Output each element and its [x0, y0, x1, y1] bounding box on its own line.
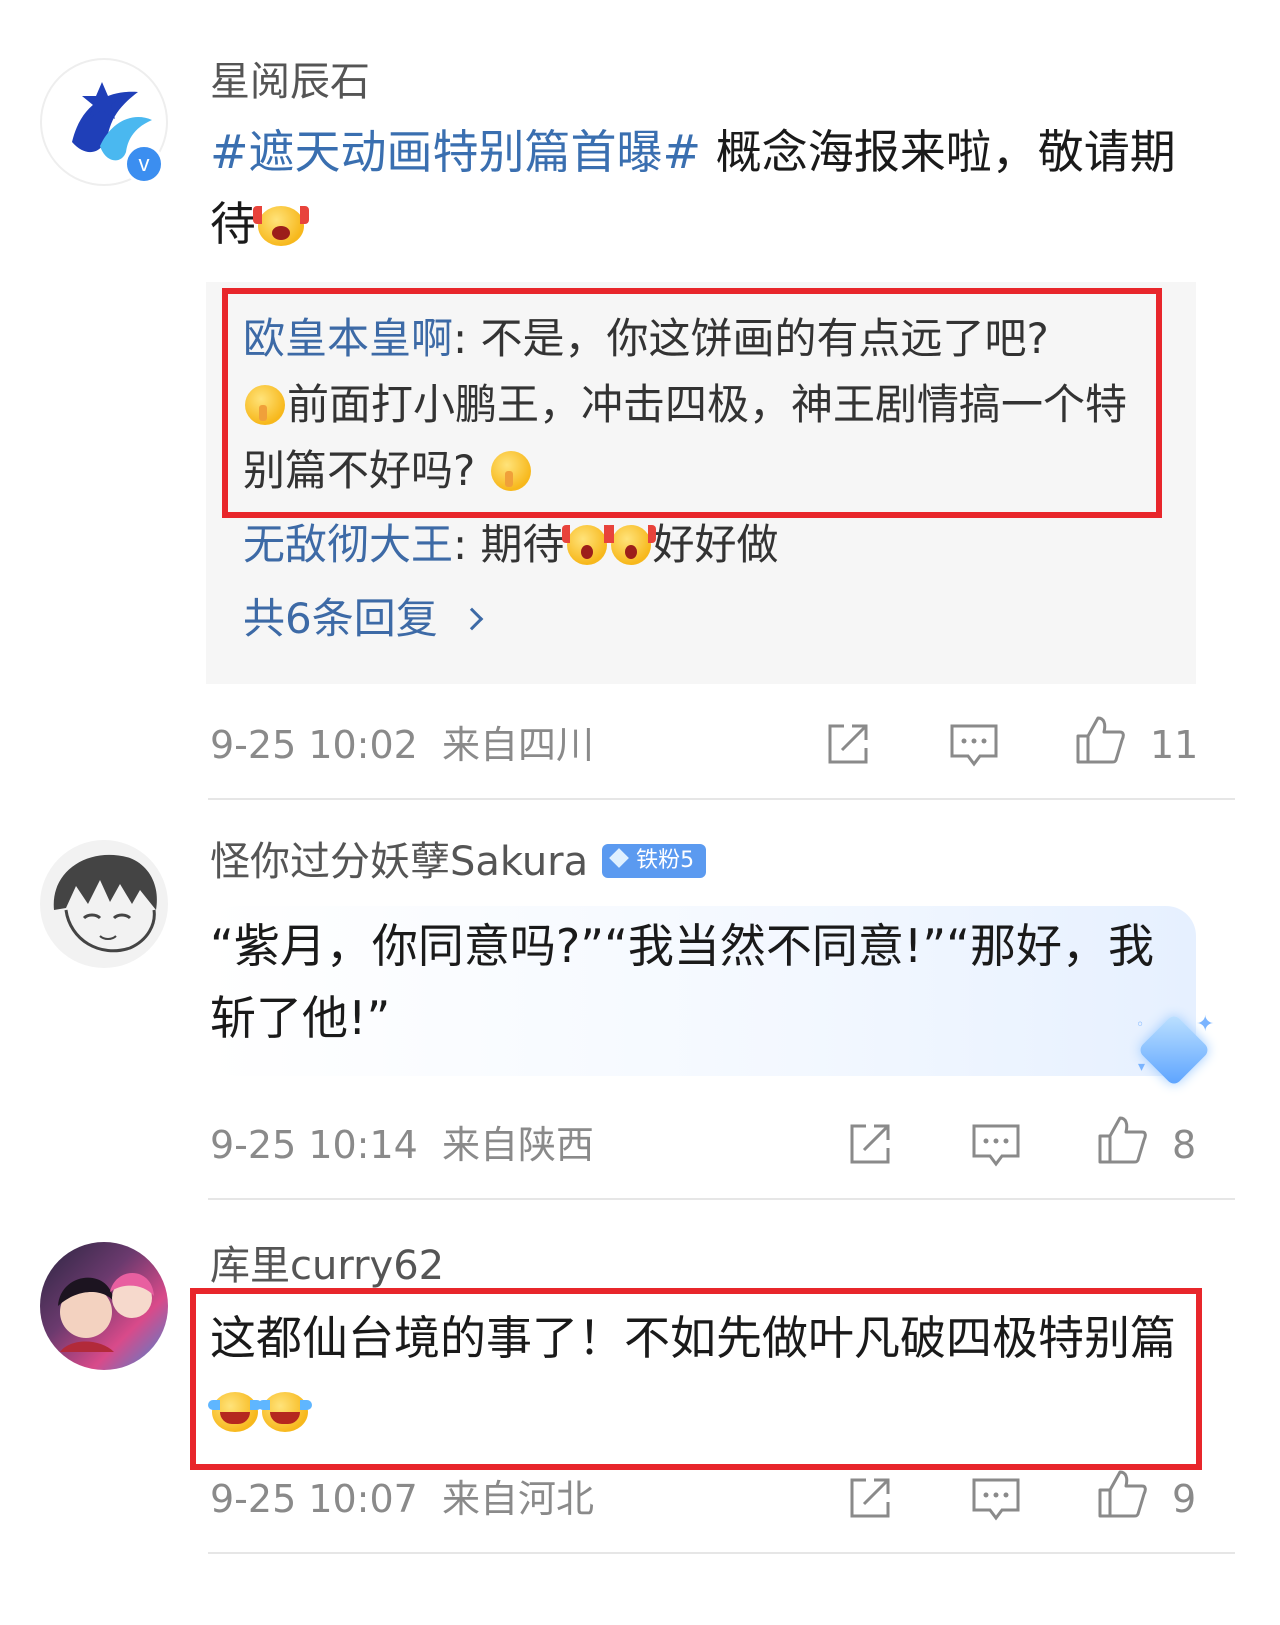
scream-emoji-icon [253, 206, 309, 246]
more-replies-label: 共6条回复 [243, 594, 438, 643]
comment-divider [208, 1198, 1235, 1200]
like-icon[interactable] [1096, 1468, 1148, 1520]
scream-emoji-icon [605, 525, 656, 565]
like-count: 8 [1172, 1123, 1197, 1167]
comment-divider [208, 1552, 1235, 1554]
sparkle-icon: ✦ [1196, 1012, 1215, 1037]
comment-meta: 9-25 10:14 来自陕西 [210, 1126, 594, 1164]
highlight-box [222, 288, 1162, 518]
comment-meta: 9-25 10:07 来自河北 [210, 1480, 594, 1518]
reply-separator: : [453, 520, 481, 569]
verified-icon: v [124, 144, 164, 184]
comment-location: 来自陕西 [442, 1123, 595, 1167]
like-icon[interactable] [1096, 1114, 1148, 1166]
share-icon[interactable] [844, 1118, 896, 1170]
comment-date: 9-25 10:14 [210, 1123, 418, 1167]
chevron-right-icon [460, 607, 484, 631]
comment-divider [208, 798, 1235, 800]
comment-icon[interactable] [970, 1472, 1022, 1524]
comment-username[interactable]: 库里curry62 [210, 1246, 444, 1286]
highlight-box [190, 1288, 1202, 1470]
comment-icon[interactable] [970, 1118, 1022, 1170]
sparkle-icon: ▾ [1138, 1059, 1146, 1075]
scream-emoji-icon [561, 525, 612, 565]
comment-location: 来自四川 [442, 723, 595, 767]
comment-text: #遮天动画特别篇首曝# 概念海报来啦，敬请期待 [210, 116, 1190, 260]
share-icon[interactable] [822, 718, 874, 770]
comment-location: 来自河北 [442, 1477, 595, 1521]
fan-badge[interactable]: 铁粉5 [602, 844, 707, 878]
comment-username[interactable]: 星阅辰石 [210, 62, 370, 102]
comment-icon[interactable] [948, 718, 1000, 770]
hashtag-link[interactable]: #遮天动画特别篇首曝# [210, 125, 701, 179]
share-icon[interactable] [844, 1472, 896, 1524]
comment-meta: 9-25 10:02 来自四川 [210, 726, 594, 764]
sketch-face-icon [53, 854, 157, 953]
comment-username[interactable]: 怪你过分妖孽Sakura 铁粉5 [210, 839, 707, 885]
reply-text: 期待 [480, 520, 565, 569]
comment-date: 9-25 10:07 [210, 1477, 418, 1521]
comment-text: “紫月，你同意吗?”“我当然不同意!”“那好，我斩了他!” [210, 919, 1155, 1045]
reply-item[interactable]: 无敌彻大王: 期待 好好做 [243, 512, 1143, 578]
like-count: 11 [1150, 723, 1199, 767]
like-icon[interactable] [1074, 714, 1126, 766]
username-text: 怪你过分妖孽Sakura [210, 839, 589, 885]
avatar-sakura[interactable] [40, 840, 168, 968]
anime-characters-icon [58, 1272, 154, 1352]
avatar-curry[interactable] [40, 1242, 168, 1370]
like-count: 9 [1172, 1477, 1197, 1521]
reply-username[interactable]: 无敌彻大王 [243, 520, 453, 569]
reply-text-cont: 好好做 [652, 520, 779, 569]
more-replies-link[interactable]: 共6条回复 [243, 598, 484, 640]
comment-date: 9-25 10:02 [210, 723, 418, 767]
